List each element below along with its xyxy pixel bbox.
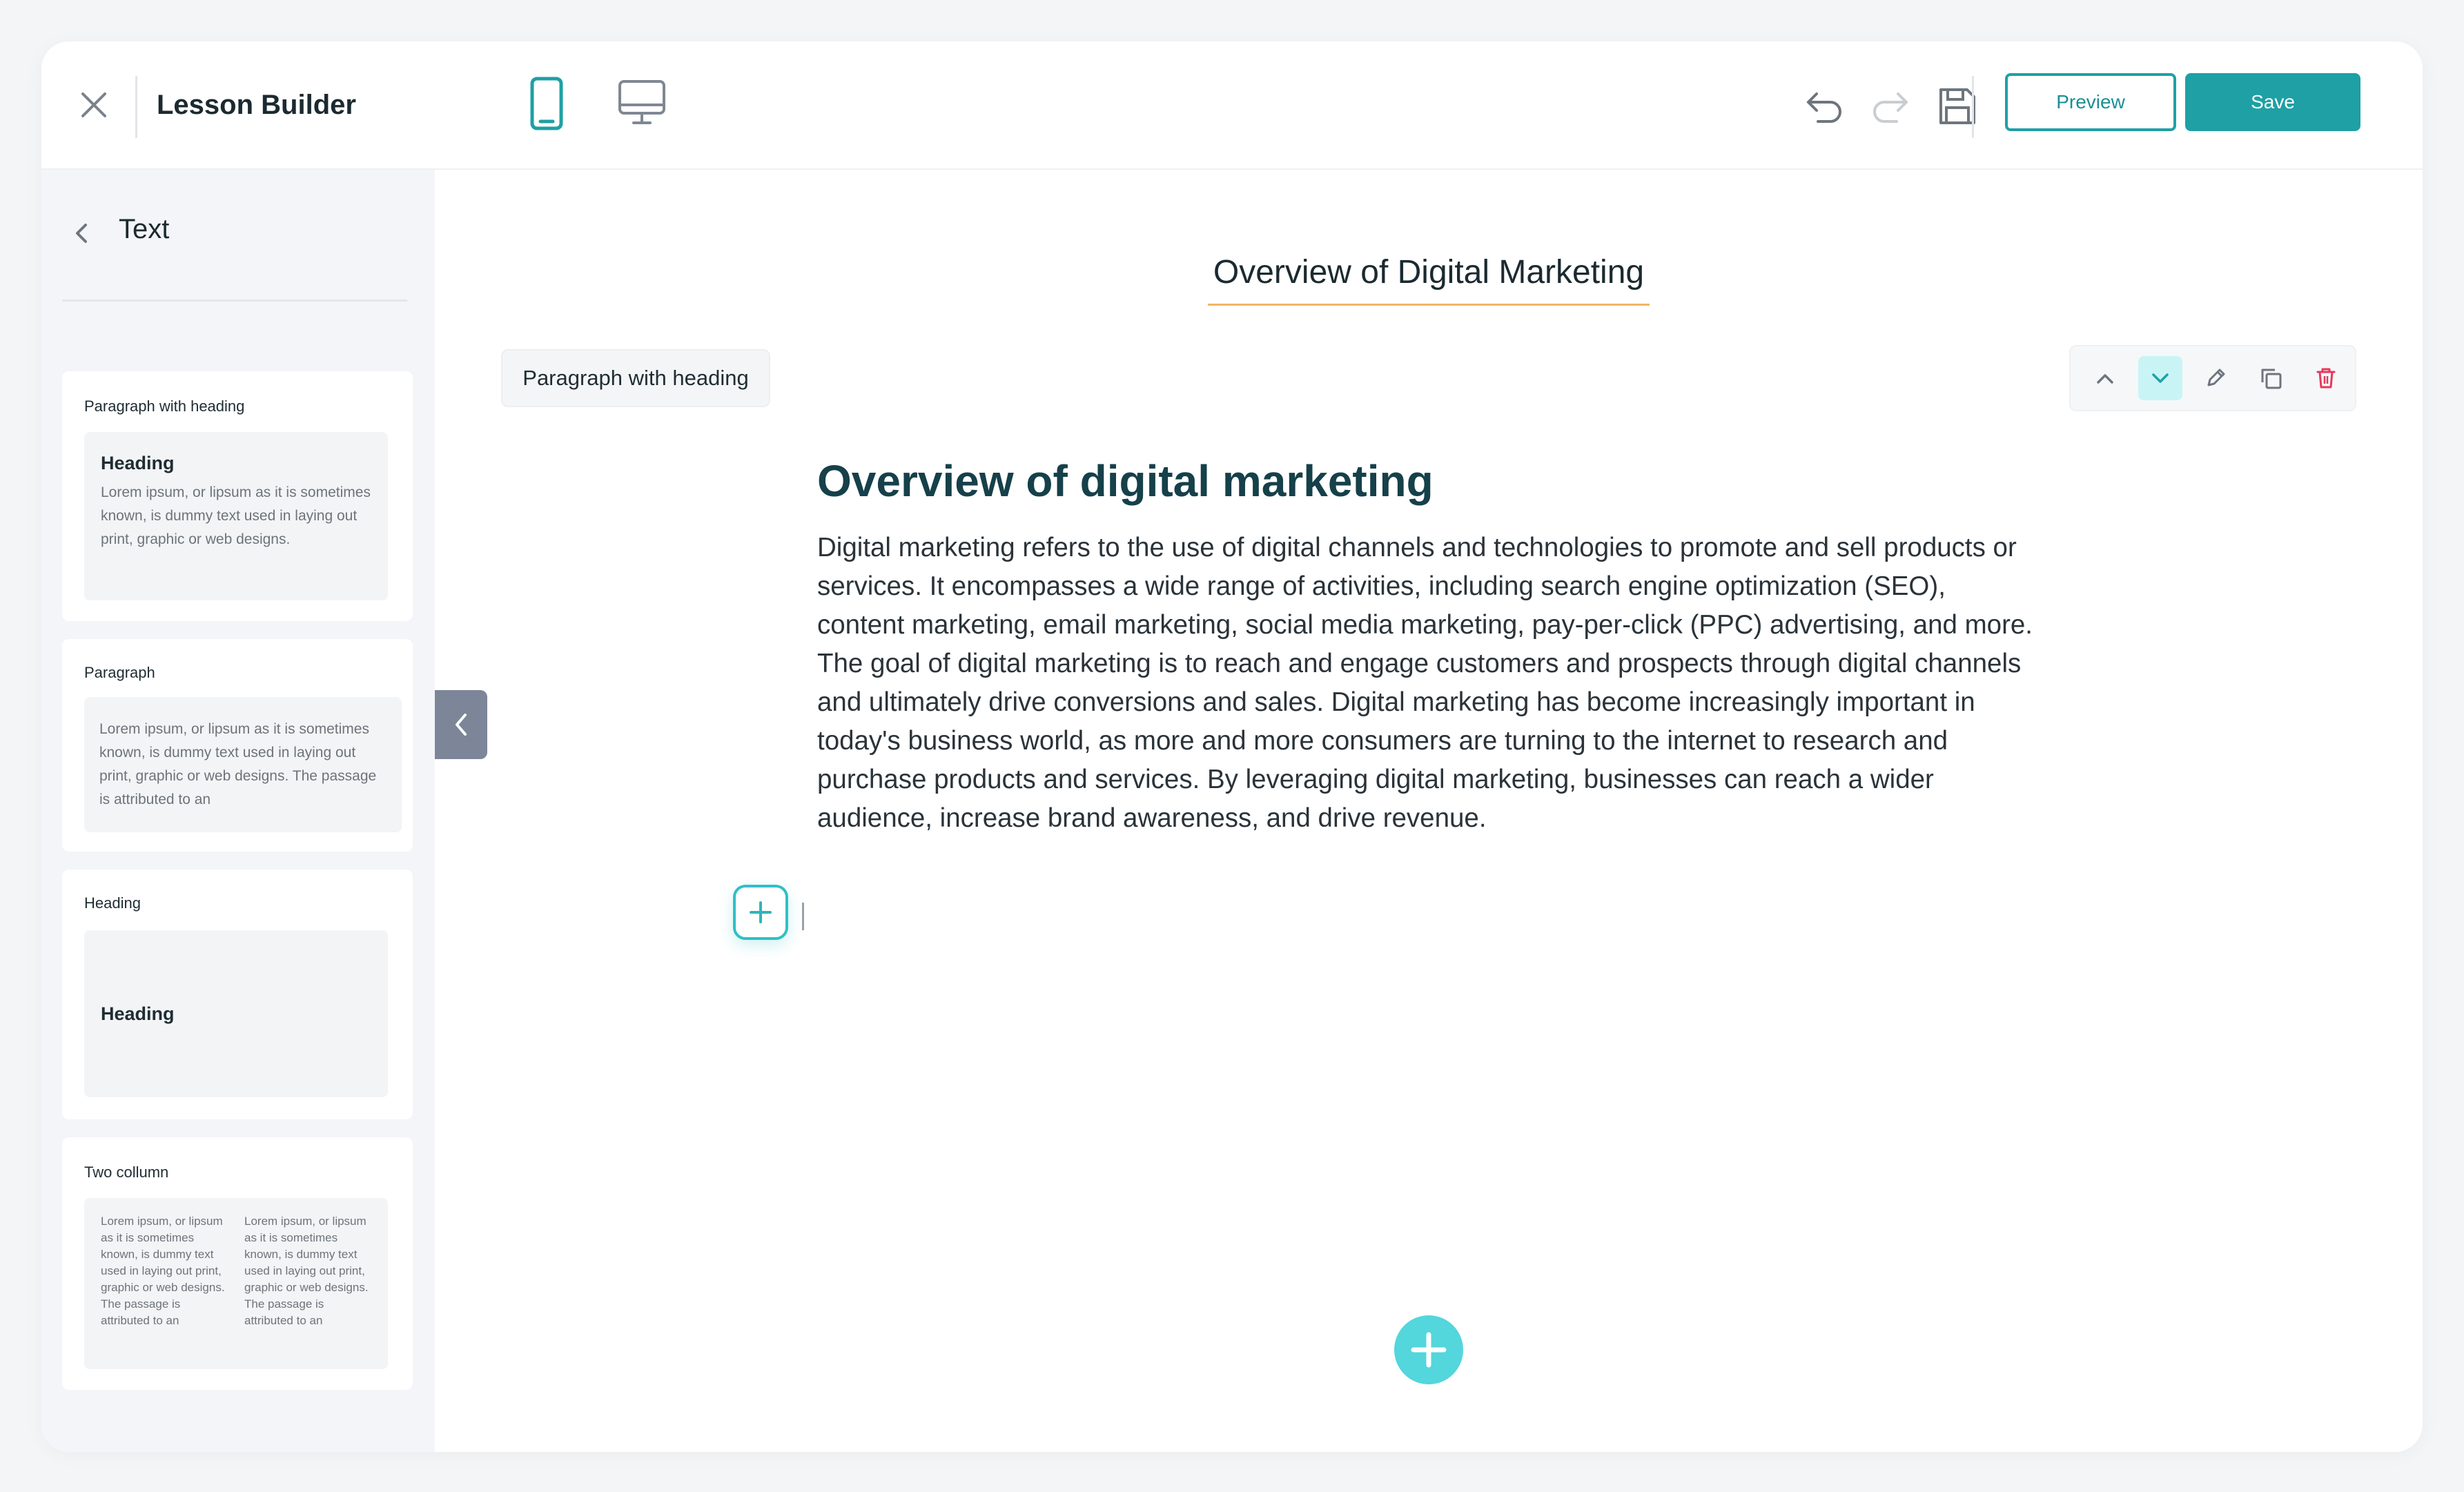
card-label: Heading [84,894,141,912]
preview-text: Lorem ipsum, or lipsum as it is sometime… [99,721,377,807]
block-heading[interactable]: Overview of digital marketing [817,455,1434,507]
lesson-title-field[interactable]: Overview of Digital Marketing [1208,242,1650,306]
lesson-builder-window: Lesson Builder Preview Save Text Paragra… [41,41,2423,1452]
header-divider [135,76,137,138]
block-type-tag: Paragraph with heading [501,349,770,407]
lesson-title: Overview of Digital Marketing [1213,254,1645,291]
card-label: Paragraph with heading [84,397,245,415]
preview-column-1: Lorem ipsum, or lipsum as it is sometime… [101,1215,225,1327]
chevron-left-icon[interactable] [65,217,98,250]
preview-heading: Heading [101,1003,175,1024]
add-block-plus-icon[interactable] [1394,1315,1463,1384]
block-card-two-column[interactable]: Two collumn Lorem ipsum, or lipsum as it… [62,1137,413,1390]
preview-button[interactable]: Preview [2005,73,2176,131]
mobile-device-icon[interactable] [518,75,576,137]
preview-heading: Heading [101,453,175,473]
block-paragraph[interactable]: Digital marketing refers to the use of d… [817,529,2039,838]
pencil-icon[interactable] [2193,356,2238,400]
preview-column-2: Lorem ipsum, or lipsum as it is sometime… [244,1215,369,1327]
trash-icon[interactable] [2304,356,2348,400]
sidebar-title: Text [119,214,170,244]
card-preview: Heading [84,930,388,1097]
card-preview: Heading Lorem ipsum, or lipsum as it is … [84,432,388,600]
text-caret [802,903,804,930]
chevron-down-icon[interactable] [2138,356,2182,400]
save-disk-icon[interactable] [1933,81,1982,131]
sidebar-collapse-button[interactable] [435,690,487,759]
card-label: Paragraph [84,664,155,681]
redo-icon[interactable] [1865,81,1915,131]
save-button[interactable]: Save [2185,73,2360,131]
block-card-paragraph[interactable]: Paragraph Lorem ipsum, or lipsum as it i… [62,639,413,852]
copy-icon[interactable] [2249,356,2293,400]
undo-icon[interactable] [1800,81,1850,131]
card-preview: Lorem ipsum, or lipsum as it is sometime… [84,697,402,832]
sidebar-divider [62,300,407,302]
block-card-heading[interactable]: Heading Heading [62,870,413,1119]
card-preview: Lorem ipsum, or lipsum as it is sometime… [84,1198,388,1369]
chevron-up-icon[interactable] [2083,356,2127,400]
block-toolbar [2069,345,2356,411]
close-icon[interactable] [72,83,116,127]
sidebar: Text Paragraph with heading Heading Lore… [41,170,435,1452]
preview-text: Lorem ipsum, or lipsum as it is sometime… [101,484,371,547]
card-label: Two collumn [84,1164,169,1181]
top-bar: Lesson Builder Preview Save [41,41,2423,170]
header-divider [1972,76,1974,138]
block-card-paragraph-with-heading[interactable]: Paragraph with heading Heading Lorem ips… [62,371,413,621]
desktop-device-icon[interactable] [613,75,671,137]
add-inline-plus-icon[interactable] [733,885,788,940]
app-title: Lesson Builder [157,90,356,120]
